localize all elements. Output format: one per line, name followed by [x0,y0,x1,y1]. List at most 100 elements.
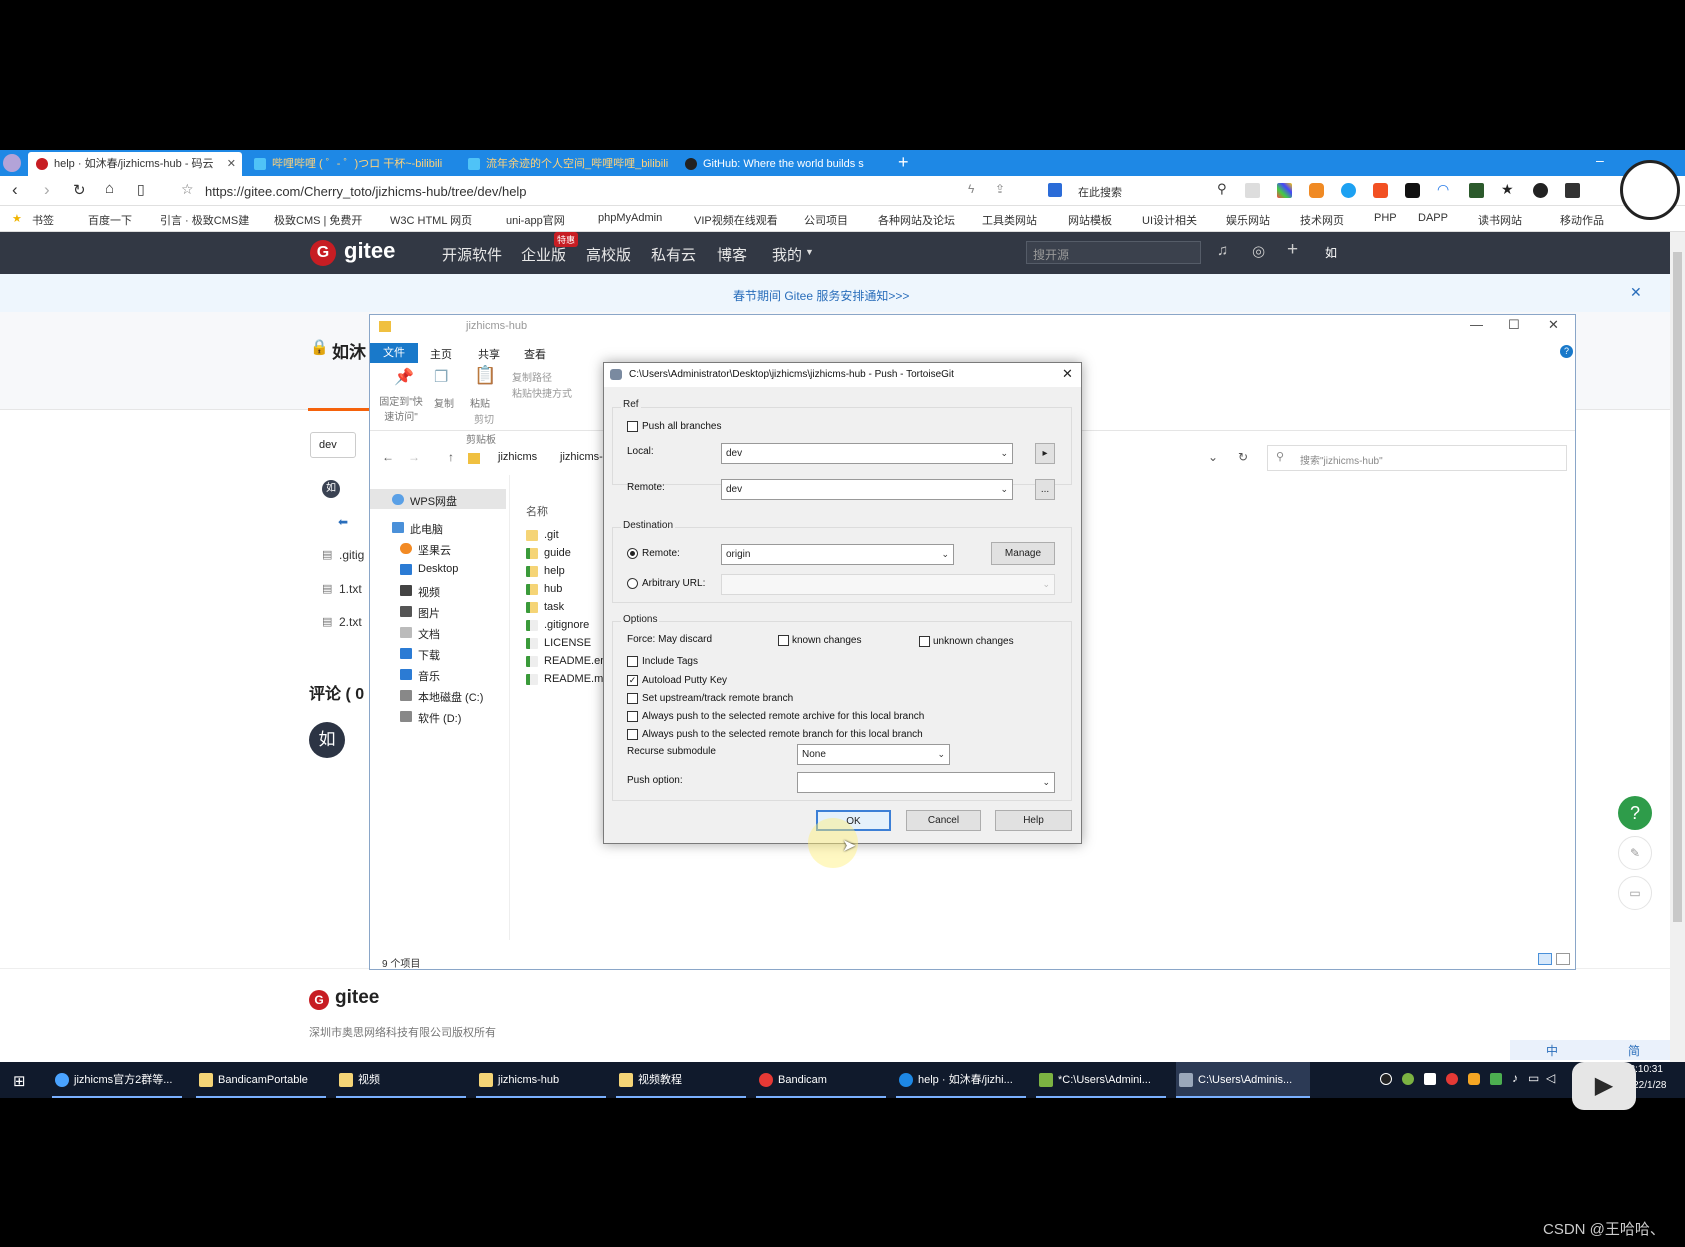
file-item[interactable]: LICENSE [526,637,591,649]
taskbar-item[interactable]: jizhicms-hub [476,1062,606,1098]
nav-item-drive-d[interactable]: 软件 (D:) [400,710,461,726]
extension-icon[interactable] [1309,183,1324,198]
ime-mode-cn[interactable]: 中 [1546,1042,1558,1059]
explorer-search-input[interactable]: ⚲ 搜索"jizhicms-hub" [1267,445,1567,471]
paste-icon[interactable]: 📋 [474,365,496,386]
cancel-button[interactable]: Cancel [906,810,981,831]
home-icon[interactable]: ⌂ [105,180,114,197]
window-close-icon[interactable]: ✕ [1548,317,1559,333]
paste-button[interactable]: 粘贴 [470,395,490,410]
extension-icon[interactable] [1533,183,1548,198]
bookmark-item[interactable]: phpMyAdmin [598,212,662,224]
ribbon-tab-file[interactable]: 文件 [370,343,418,363]
lightning-icon[interactable]: ϟ [968,182,974,196]
column-header-name[interactable]: 名称 [526,503,548,519]
volume-icon[interactable]: ◁ [1546,1071,1555,1085]
file-link[interactable]: 2.txt [339,615,362,629]
chevron-down-icon[interactable]: ⌄ [1208,450,1218,464]
bookmark-item[interactable]: PHP [1374,212,1397,224]
nav-item-wps[interactable]: WPS网盘 [392,493,457,509]
copy-icon[interactable]: ❐ [434,367,448,387]
url-field[interactable]: https://gitee.com/Cherry_toto/jizhicms-h… [205,184,527,199]
arbitrary-url-radio[interactable] [627,578,638,589]
browser-avatar[interactable] [3,154,21,172]
unknown-changes-checkbox[interactable] [919,636,930,647]
back-icon[interactable]: ← [382,450,394,464]
push-option-input[interactable]: ⌄ [797,772,1055,793]
remote-browse-button[interactable]: ... [1035,479,1055,500]
extension-icon[interactable] [1341,183,1356,198]
gitee-logo-text[interactable]: gitee [344,238,395,264]
file-item[interactable]: README.md [526,673,609,685]
search-icon[interactable]: ⚲ [1217,181,1227,197]
tray-icon[interactable] [1402,1073,1414,1085]
local-branch-select[interactable]: dev ⌄ [721,443,1013,464]
reload-icon[interactable]: ↻ [73,181,86,199]
taskbar-item[interactable]: help · 如沐春/jizhi... [896,1062,1026,1098]
nav-item-music[interactable]: 音乐 [400,668,440,684]
search-engine-icon[interactable] [1048,183,1062,197]
file-item[interactable]: .gitignore [526,619,589,631]
remote-radio[interactable] [627,548,638,559]
taskbar-item[interactable]: 视频 [336,1062,466,1098]
browser-tab-bilibili[interactable]: 哔哩哔哩 ( ゜- ゜)つロ 干杯~-bilibili [246,152,456,176]
close-icon[interactable]: ✕ [1630,284,1642,301]
taskbar-item[interactable]: C:\Users\Adminis... [1176,1062,1310,1098]
back-icon[interactable]: ‹ [12,180,18,200]
nav-item-desktop[interactable]: Desktop [400,563,458,575]
file-item[interactable]: help [526,565,565,577]
wifi-icon[interactable]: ◠ [1437,181,1449,198]
play-button-icon[interactable]: ▶ [1572,1062,1636,1110]
bookmark-item[interactable]: 网站模板 [1068,212,1112,228]
bookmark-item[interactable]: 技术网页 [1300,212,1344,228]
extension-icon[interactable] [1245,183,1260,198]
minimize-icon[interactable]: – [1596,152,1604,168]
bookmark-item[interactable]: 工具类网站 [982,212,1037,228]
pin-quick-access-button[interactable]: 固定到"快速访问" [376,393,426,423]
push-all-branches-checkbox[interactable] [627,421,638,432]
file-item[interactable]: guide [526,547,571,559]
nav-item-videos[interactable]: 视频 [400,584,440,600]
file-link[interactable]: 1.txt [339,582,362,596]
file-item[interactable]: README.en [526,655,606,667]
nav-item-documents[interactable]: 文档 [400,626,440,642]
edit-fab-icon[interactable]: ✎ [1618,836,1652,870]
nav-enterprise[interactable]: 企业版 [521,244,566,265]
breadcrumb-item[interactable]: jizhicms- [560,451,603,463]
window-minimize-icon[interactable]: — [1470,317,1483,332]
dialog-close-icon[interactable]: ✕ [1062,366,1073,382]
file-item[interactable]: .git [526,529,559,541]
extension-icon[interactable] [1565,183,1580,198]
bookmark-item[interactable]: 引言 · 极致CMS建 [160,212,249,228]
nav-item-downloads[interactable]: 下载 [400,647,440,663]
pin-icon[interactable]: 📌 [394,367,414,387]
copy-button[interactable]: 复制 [434,395,454,410]
nav-item-this-pc[interactable]: 此电脑 [392,521,443,537]
ribbon-tab-home[interactable]: 主页 [430,346,452,362]
new-tab-button[interactable]: + [898,152,909,173]
bookmark-item[interactable]: 公司项目 [804,212,848,228]
browser-tab-gitee[interactable]: help · 如沐春/jizhicms-hub - 码云 ✕ [28,152,242,176]
bookmark-item[interactable]: 各种网站及论坛 [878,212,955,228]
chat-fab-icon[interactable]: ▭ [1618,876,1652,910]
extension-icon[interactable] [1277,183,1292,198]
bookmark-item[interactable]: 极致CMS | 免费开 [274,212,362,228]
notice-link[interactable]: 春节期间 Gitee 服务安排通知>>> [733,287,909,304]
always-push-branch-checkbox[interactable] [627,729,638,740]
nav-item-pictures[interactable]: 图片 [400,605,440,621]
bookmark-item[interactable]: 读书网站 [1478,212,1522,228]
tab-close-icon[interactable]: ✕ [227,152,236,176]
manage-button[interactable]: Manage [991,542,1055,565]
cut-button[interactable]: 剪切 [474,411,494,426]
file-item[interactable]: hub [526,583,562,595]
autoload-putty-checkbox[interactable]: ✓ [627,675,638,686]
extension-icon[interactable] [1469,183,1484,198]
bookmark-item[interactable]: VIP视频在线观看 [694,212,778,228]
breadcrumb-item[interactable]: jizhicms [498,451,537,463]
gitee-logo-icon[interactable]: G [310,240,336,266]
extension-icon[interactable] [1405,183,1420,198]
nav-open-source[interactable]: 开源软件 [442,244,502,265]
file-link[interactable]: .gitig [339,548,364,562]
nav-university[interactable]: 高校版 [586,244,631,265]
bookmark-item[interactable]: UI设计相关 [1142,212,1197,228]
